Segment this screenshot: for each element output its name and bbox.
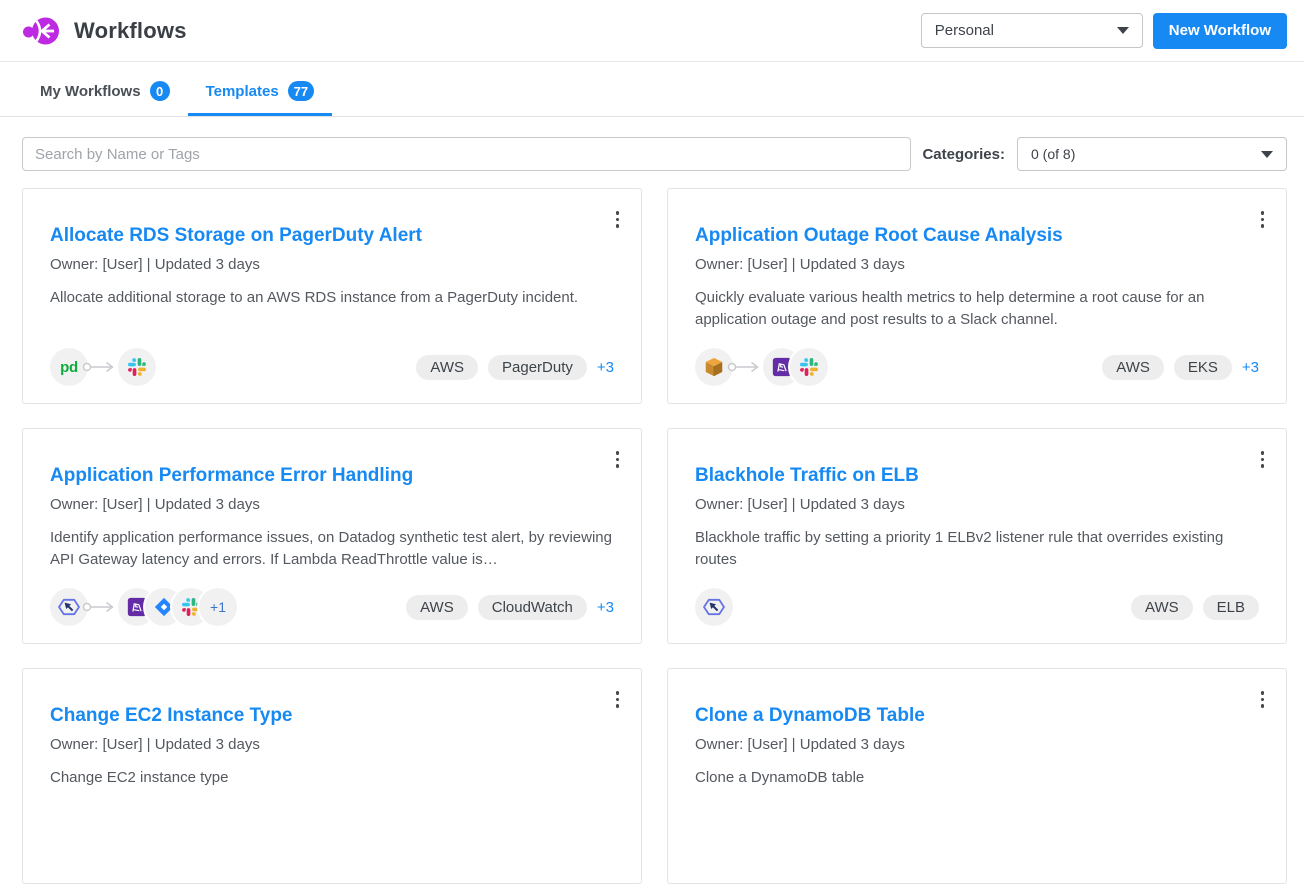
workflow-tags: AWS PagerDuty +3 (416, 355, 614, 380)
workflow-tags: AWS EKS +3 (1102, 355, 1259, 380)
template-card-grid: Allocate RDS Storage on PagerDuty Alert … (22, 188, 1287, 884)
workflow-owner-updated: Owner: [User] | Updated 3 days (50, 736, 614, 753)
tab-templates[interactable]: Templates 77 (188, 62, 333, 116)
workflow-card: Application Performance Error Handling O… (22, 428, 642, 644)
more-tags-link[interactable]: +3 (597, 359, 614, 376)
tab-count-badge: 77 (288, 81, 314, 101)
tab-count-badge: 0 (150, 81, 170, 101)
workflow-title-link[interactable]: Change EC2 Instance Type (50, 705, 614, 727)
tab-my-workflows[interactable]: My Workflows 0 (22, 62, 188, 116)
flow-arrow-icon (82, 361, 116, 373)
card-footer: pd AWS PagerDuty +3 (50, 348, 614, 386)
slack-icon (790, 348, 828, 386)
flow-arrow-icon (727, 361, 761, 373)
workflow-connector-icons (695, 348, 828, 386)
workflow-card: Blackhole Traffic on ELB Owner: [User] |… (667, 428, 1287, 644)
workflow-description: Blackhole traffic by setting a priority … (695, 527, 1259, 571)
workflow-connector-icons (695, 588, 733, 626)
workflow-connector-icons: +1 (50, 588, 237, 626)
categories-label: Categories: (922, 146, 1005, 163)
card-menu-button[interactable] (1251, 685, 1275, 714)
tag-pill: PagerDuty (488, 355, 587, 380)
tag-pill: AWS (416, 355, 478, 380)
page-title: Workflows (74, 18, 187, 44)
card-menu-button[interactable] (606, 445, 630, 474)
chevron-down-icon (1261, 151, 1273, 158)
workflow-description: Allocate additional storage to an AWS RD… (50, 287, 614, 309)
workflow-connector-icons: pd (50, 348, 156, 386)
workflow-title-link[interactable]: Blackhole Traffic on ELB (695, 465, 1259, 487)
workflow-owner-updated: Owner: [User] | Updated 3 days (50, 496, 614, 513)
tag-pill: AWS (1102, 355, 1164, 380)
card-menu-button[interactable] (606, 205, 630, 234)
tag-pill: EKS (1174, 355, 1232, 380)
workflow-card: Clone a DynamoDB Table Owner: [User] | U… (667, 668, 1287, 884)
workflow-tags: AWS ELB (1131, 595, 1259, 620)
workflow-owner-updated: Owner: [User] | Updated 3 days (695, 496, 1259, 513)
card-footer (50, 828, 614, 866)
workflow-description: Quickly evaluate various health metrics … (695, 287, 1259, 331)
card-footer: AWS EKS +3 (695, 348, 1259, 386)
tag-pill: ELB (1203, 595, 1259, 620)
workflow-title-link[interactable]: Application Performance Error Handling (50, 465, 614, 487)
tab-label: My Workflows (40, 83, 141, 100)
workspace-select[interactable]: Personal (921, 13, 1143, 48)
card-footer: +1 AWS CloudWatch +3 (50, 588, 614, 626)
webhook-trigger-icon (695, 588, 733, 626)
workflow-card: Change EC2 Instance Type Owner: [User] |… (22, 668, 642, 884)
workflow-title-link[interactable]: Allocate RDS Storage on PagerDuty Alert (50, 225, 614, 247)
tag-pill: AWS (1131, 595, 1193, 620)
workflow-owner-updated: Owner: [User] | Updated 3 days (695, 256, 1259, 273)
workflow-owner-updated: Owner: [User] | Updated 3 days (695, 736, 1259, 753)
workspace-select-value: Personal (935, 22, 994, 39)
workflow-title-link[interactable]: Clone a DynamoDB Table (695, 705, 1259, 727)
more-tags-link[interactable]: +3 (597, 599, 614, 616)
app-logo-icon (22, 14, 62, 48)
chevron-down-icon (1117, 27, 1129, 34)
workflow-description: Identify application performance issues,… (50, 527, 614, 571)
workflow-tags: AWS CloudWatch +3 (406, 595, 614, 620)
flow-arrow-icon (82, 601, 116, 613)
card-menu-button[interactable] (1251, 205, 1275, 234)
workflow-card: Allocate RDS Storage on PagerDuty Alert … (22, 188, 642, 404)
filter-bar: Categories: 0 (of 8) (22, 137, 1287, 171)
tab-bar: My Workflows 0 Templates 77 (0, 62, 1304, 117)
tag-pill: AWS (406, 595, 468, 620)
card-menu-button[interactable] (606, 685, 630, 714)
search-input[interactable] (22, 137, 911, 171)
new-workflow-button[interactable]: New Workflow (1153, 13, 1287, 49)
workflow-owner-updated: Owner: [User] | Updated 3 days (50, 256, 614, 273)
slack-icon (118, 348, 156, 386)
tab-label: Templates (206, 83, 279, 100)
categories-select[interactable]: 0 (of 8) (1017, 137, 1287, 171)
card-footer (695, 828, 1259, 866)
card-menu-button[interactable] (1251, 445, 1275, 474)
workflow-card: Application Outage Root Cause Analysis O… (667, 188, 1287, 404)
workflow-title-link[interactable]: Application Outage Root Cause Analysis (695, 225, 1259, 247)
more-connectors-badge-icon: +1 (199, 588, 237, 626)
more-tags-link[interactable]: +3 (1242, 359, 1259, 376)
card-footer: AWS ELB (695, 588, 1259, 626)
tag-pill: CloudWatch (478, 595, 587, 620)
categories-select-value: 0 (of 8) (1031, 146, 1075, 162)
app-header: Workflows Personal New Workflow (0, 0, 1304, 62)
